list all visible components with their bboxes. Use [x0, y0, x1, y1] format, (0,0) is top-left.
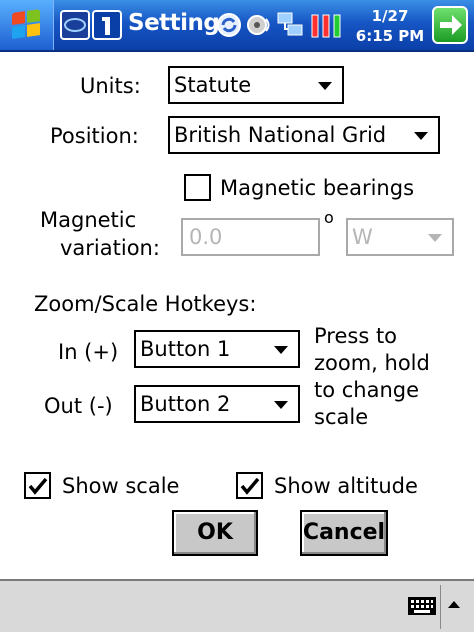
- chevron-down-icon: [428, 234, 442, 242]
- chevron-down-icon: [274, 346, 288, 354]
- windows-flag-icon: [12, 9, 42, 40]
- clock[interactable]: 1/27 6:15 PM: [355, 6, 425, 46]
- variation-direction-dropdown[interactable]: W: [346, 218, 454, 256]
- chevron-down-icon: [318, 82, 332, 90]
- hint-line: Press to: [314, 324, 398, 348]
- chevron-down-icon: [414, 132, 428, 140]
- zoom-in-value: Button 1: [140, 337, 231, 361]
- show-altitude-label: Show altitude: [274, 474, 418, 498]
- window-title: Setting: [128, 10, 220, 36]
- show-altitude-checkbox[interactable]: [236, 472, 263, 499]
- magnetic-bearings-label: Magnetic bearings: [220, 176, 415, 200]
- position-value: British National Grid: [174, 123, 387, 147]
- degree-symbol: o: [324, 208, 334, 227]
- signal-icon[interactable]: [310, 9, 341, 41]
- cancel-button[interactable]: Cancel: [300, 510, 388, 556]
- chevron-down-icon: [274, 401, 288, 409]
- zoom-out-dropdown[interactable]: Button 2: [134, 385, 300, 423]
- position-dropdown[interactable]: British National Grid: [168, 116, 440, 154]
- chevron-up-icon[interactable]: [448, 601, 460, 608]
- checkmark-icon: [240, 477, 260, 495]
- show-scale-label: Show scale: [62, 474, 180, 498]
- zoom-out-value: Button 2: [140, 392, 231, 416]
- magnetic-variation-label-line2: variation:: [60, 236, 160, 260]
- zoom-in-dropdown[interactable]: Button 1: [134, 330, 300, 368]
- zoom-in-label: In (+): [58, 340, 119, 364]
- position-label: Position:: [50, 124, 139, 148]
- close-ok-button[interactable]: [432, 6, 468, 44]
- units-label: Units:: [80, 74, 141, 98]
- units-value: Statute: [174, 73, 252, 97]
- checkmark-icon: [28, 477, 48, 495]
- arrow-right-icon: [440, 15, 462, 35]
- hint-line: scale: [314, 405, 369, 429]
- magnetic-variation-value: 0.0: [189, 225, 223, 249]
- sync-icon[interactable]: [214, 9, 244, 41]
- info-icon[interactable]: [92, 9, 122, 41]
- hotkeys-heading: Zoom/Scale Hotkeys:: [34, 292, 257, 316]
- network-icon[interactable]: [276, 9, 306, 41]
- start-button[interactable]: [0, 0, 54, 50]
- ok-button[interactable]: OK: [172, 510, 258, 556]
- clock-time: 6:15 PM: [355, 27, 425, 45]
- hint-line: zoom, hold: [314, 351, 430, 375]
- show-scale-checkbox[interactable]: [24, 472, 51, 499]
- hint-line: to change: [314, 378, 420, 402]
- magnetic-variation-input[interactable]: 0.0: [181, 218, 320, 256]
- volume-icon[interactable]: [244, 9, 274, 41]
- clock-date: 1/27: [371, 7, 409, 25]
- variation-direction-value: W: [352, 225, 373, 249]
- title-bar: Setting 1/27 6:15 PM: [0, 0, 474, 52]
- magnetic-bearings-checkbox[interactable]: [184, 174, 211, 201]
- magnetic-variation-label-line1: Magnetic: [40, 208, 137, 232]
- zoom-out-label: Out (-): [44, 394, 113, 418]
- menu-bar: [0, 579, 474, 632]
- units-dropdown[interactable]: Statute: [168, 66, 344, 104]
- task-switcher-icon[interactable]: [60, 9, 90, 41]
- divider: [440, 585, 441, 629]
- keyboard-icon[interactable]: [408, 595, 436, 621]
